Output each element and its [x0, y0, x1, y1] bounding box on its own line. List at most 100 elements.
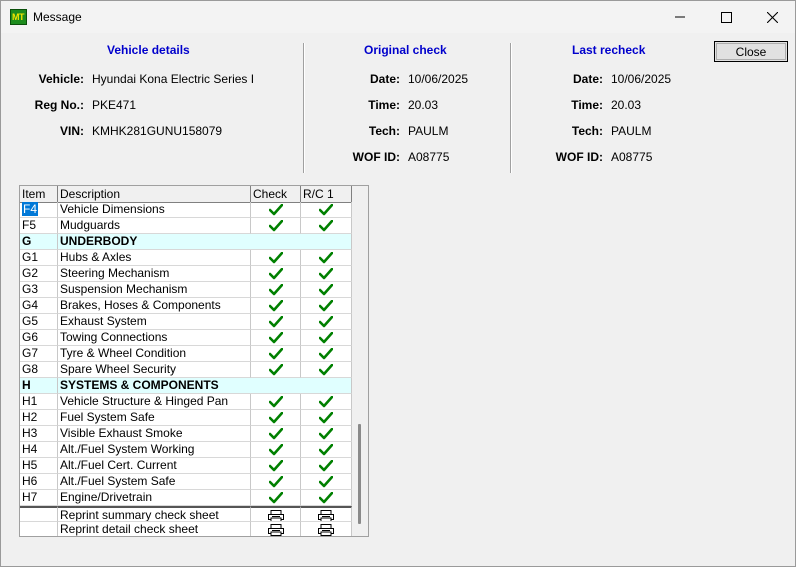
description-cell: Alt./Fuel System Working	[58, 442, 251, 458]
recheck-pass-icon	[301, 282, 352, 298]
table-row[interactable]: F4 Vehicle Dimensions	[20, 202, 352, 218]
table-row[interactable]: G4 Brakes, Hoses & Components	[20, 298, 352, 314]
description-cell: Vehicle Structure & Hinged Pan	[58, 394, 251, 410]
description-cell: Engine/Drivetrain	[58, 490, 251, 506]
check-pass-icon	[251, 458, 301, 474]
table-row[interactable]: G8 Spare Wheel Security	[20, 362, 352, 378]
item-code-cell: G8	[20, 362, 58, 378]
description-cell: Alt./Fuel System Safe	[58, 474, 251, 490]
recheck-pass-icon	[301, 442, 352, 458]
check-pass-icon	[251, 218, 301, 234]
description-cell: Reprint summary check sheet	[58, 506, 251, 522]
table-row[interactable]: H6 Alt./Fuel System Safe	[20, 474, 352, 490]
description-cell: Brakes, Hoses & Components	[58, 298, 251, 314]
check-pass-icon	[251, 314, 301, 330]
item-code-cell: H1	[20, 394, 58, 410]
check-items-grid[interactable]: Item Description Check R/C 1 F4 Vehicle D…	[19, 185, 369, 537]
description-cell: Hubs & Axles	[58, 250, 251, 266]
section-row[interactable]: G UNDERBODY	[20, 234, 352, 250]
app-logo-icon: MT	[10, 9, 27, 25]
print-recheck-icon[interactable]	[301, 506, 352, 522]
original-date-label: Date:	[369, 72, 400, 86]
item-code-cell: H4	[20, 442, 58, 458]
description-cell: Reprint detail check sheet	[58, 522, 251, 536]
print-check-icon[interactable]	[251, 506, 301, 522]
recheck-pass-icon	[301, 330, 352, 346]
section-row[interactable]: H SYSTEMS & COMPONENTS	[20, 378, 352, 394]
close-button[interactable]: Close	[714, 41, 788, 62]
grid-header: Item Description Check R/C 1	[20, 186, 368, 203]
table-row[interactable]: F5 Mudguards	[20, 218, 352, 234]
table-row[interactable]: G2 Steering Mechanism	[20, 266, 352, 282]
maximize-button[interactable]	[703, 1, 749, 33]
table-row[interactable]: H7 Engine/Drivetrain	[20, 490, 352, 506]
recheck-wof-value: A08775	[611, 150, 653, 164]
recheck-pass-icon	[301, 362, 352, 378]
window-close-button[interactable]	[749, 1, 795, 33]
title-bar[interactable]: MT Message	[1, 1, 795, 33]
item-code-cell: G2	[20, 266, 58, 282]
table-row[interactable]: H2 Fuel System Safe	[20, 410, 352, 426]
description-cell: Towing Connections	[58, 330, 251, 346]
recheck-pass-icon	[301, 474, 352, 490]
vehicle-value: Hyundai Kona Electric Series I	[92, 72, 255, 86]
description-cell: SYSTEMS & COMPONENTS	[58, 378, 352, 394]
recheck-wof-label: WOF ID:	[555, 150, 603, 164]
description-cell: Tyre & Wheel Condition	[58, 346, 251, 362]
last-recheck-heading: Last recheck	[572, 43, 646, 57]
column-header-check[interactable]: Check	[251, 186, 301, 202]
check-pass-icon	[251, 442, 301, 458]
recheck-tech-value: PAULM	[611, 124, 652, 138]
reprint-row[interactable]: Reprint detail check sheet	[20, 522, 352, 536]
table-row[interactable]: G7 Tyre & Wheel Condition	[20, 346, 352, 362]
description-cell: Vehicle Dimensions	[58, 202, 251, 218]
dialog-content: Vehicle details Vehicle: Hyundai Kona El…	[1, 33, 795, 566]
item-code-cell	[20, 506, 58, 522]
minimize-button[interactable]	[657, 1, 703, 33]
original-wof-value: A08775	[408, 150, 450, 164]
print-recheck-icon[interactable]	[301, 522, 352, 536]
print-check-icon[interactable]	[251, 522, 301, 536]
vin-label: VIN:	[60, 124, 84, 138]
reg-label: Reg No.:	[34, 98, 84, 112]
table-row[interactable]: G3 Suspension Mechanism	[20, 282, 352, 298]
item-code-cell: F4	[20, 202, 58, 218]
check-pass-icon	[251, 202, 301, 218]
description-cell: Suspension Mechanism	[58, 282, 251, 298]
table-row[interactable]: G1 Hubs & Axles	[20, 250, 352, 266]
item-code-cell: G1	[20, 250, 58, 266]
vertical-scrollbar[interactable]	[352, 202, 368, 536]
maximize-icon	[720, 11, 732, 23]
original-tech-label: Tech:	[368, 124, 400, 138]
item-code-cell: H	[20, 378, 58, 394]
description-cell: Alt./Fuel Cert. Current	[58, 458, 251, 474]
item-code-cell: G4	[20, 298, 58, 314]
scrollbar-thumb[interactable]	[358, 424, 361, 524]
recheck-pass-icon	[301, 346, 352, 362]
item-code-cell: H7	[20, 490, 58, 506]
check-pass-icon	[251, 490, 301, 506]
description-cell: UNDERBODY	[58, 234, 352, 250]
description-cell: Mudguards	[58, 218, 251, 234]
recheck-time-label: Time:	[571, 98, 603, 112]
description-cell: Visible Exhaust Smoke	[58, 426, 251, 442]
table-row[interactable]: H3 Visible Exhaust Smoke	[20, 426, 352, 442]
recheck-pass-icon	[301, 314, 352, 330]
recheck-pass-icon	[301, 202, 352, 218]
column-header-rc1[interactable]: R/C 1	[301, 186, 352, 202]
check-pass-icon	[251, 282, 301, 298]
item-code-cell: G5	[20, 314, 58, 330]
column-header-description[interactable]: Description	[58, 186, 251, 202]
recheck-pass-icon	[301, 218, 352, 234]
check-pass-icon	[251, 394, 301, 410]
recheck-pass-icon	[301, 410, 352, 426]
column-header-item[interactable]: Item	[20, 186, 58, 202]
table-row[interactable]: H4 Alt./Fuel System Working	[20, 442, 352, 458]
reprint-row[interactable]: Reprint summary check sheet	[20, 506, 352, 522]
table-row[interactable]: H1 Vehicle Structure & Hinged Pan	[20, 394, 352, 410]
table-row[interactable]: G6 Towing Connections	[20, 330, 352, 346]
table-row[interactable]: H5 Alt./Fuel Cert. Current	[20, 458, 352, 474]
original-tech-value: PAULM	[408, 124, 449, 138]
table-row[interactable]: G5 Exhaust System	[20, 314, 352, 330]
vehicle-label: Vehicle:	[38, 72, 84, 86]
